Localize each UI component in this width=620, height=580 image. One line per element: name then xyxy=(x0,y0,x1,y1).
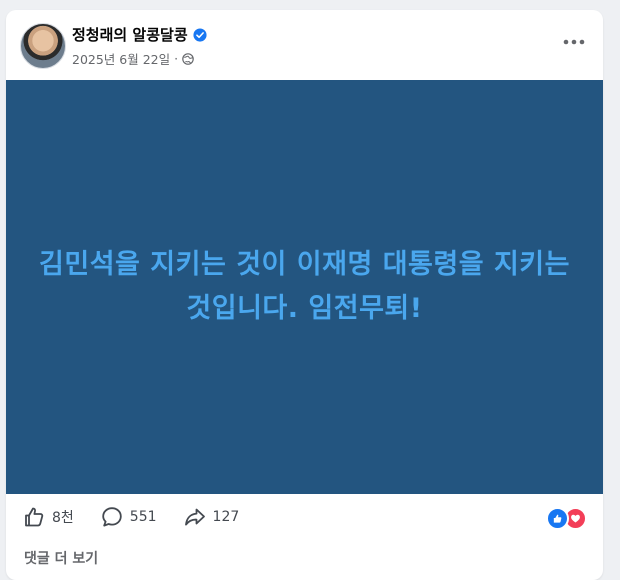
like-reaction-icon xyxy=(546,507,569,530)
author-avatar[interactable] xyxy=(20,23,66,69)
post-image[interactable]: 김민석을 지키는 것이 이재명 대통령을 지키는 것입니다. 임전무퇴! xyxy=(6,80,603,494)
post-header: 정청래의 알콩달콩 2025년 6월 22일 · xyxy=(6,10,603,78)
comment-count: 551 xyxy=(129,509,157,525)
comment-button[interactable]: 551 xyxy=(100,505,157,529)
author-name[interactable]: 정청래의 알콩달콩 xyxy=(72,24,188,45)
post-image-text: 김민석을 지키는 것이 이재명 대통령을 지키는 것입니다. 임전무퇴! xyxy=(39,249,570,324)
like-count: 8천 xyxy=(52,510,74,526)
more-options-icon xyxy=(563,39,585,45)
thumbs-up-icon xyxy=(25,507,44,527)
comment-bubble-icon xyxy=(102,507,122,527)
meta-separator: · xyxy=(174,51,179,66)
post-card: 정청래의 알콩달콩 2025년 6월 22일 · 김민석을 지키는 것이 이재명… xyxy=(6,10,603,580)
share-arrow-icon xyxy=(184,508,205,526)
view-more-comments-link[interactable]: 댓글 더 보기 xyxy=(24,548,98,568)
more-options-button[interactable] xyxy=(559,30,589,54)
like-button[interactable]: 8천 xyxy=(22,505,74,529)
verified-badge-icon xyxy=(193,27,207,42)
share-button[interactable]: 127 xyxy=(183,505,240,529)
author-row: 정청래의 알콩달콩 xyxy=(72,24,207,45)
action-bar: 8천 551 127 xyxy=(6,495,603,539)
post-date[interactable]: 2025년 6월 22일 xyxy=(72,49,170,68)
share-count: 127 xyxy=(212,509,240,525)
reaction-summary[interactable] xyxy=(546,507,587,530)
post-meta: 2025년 6월 22일 · xyxy=(72,49,194,68)
globe-icon xyxy=(182,52,194,65)
